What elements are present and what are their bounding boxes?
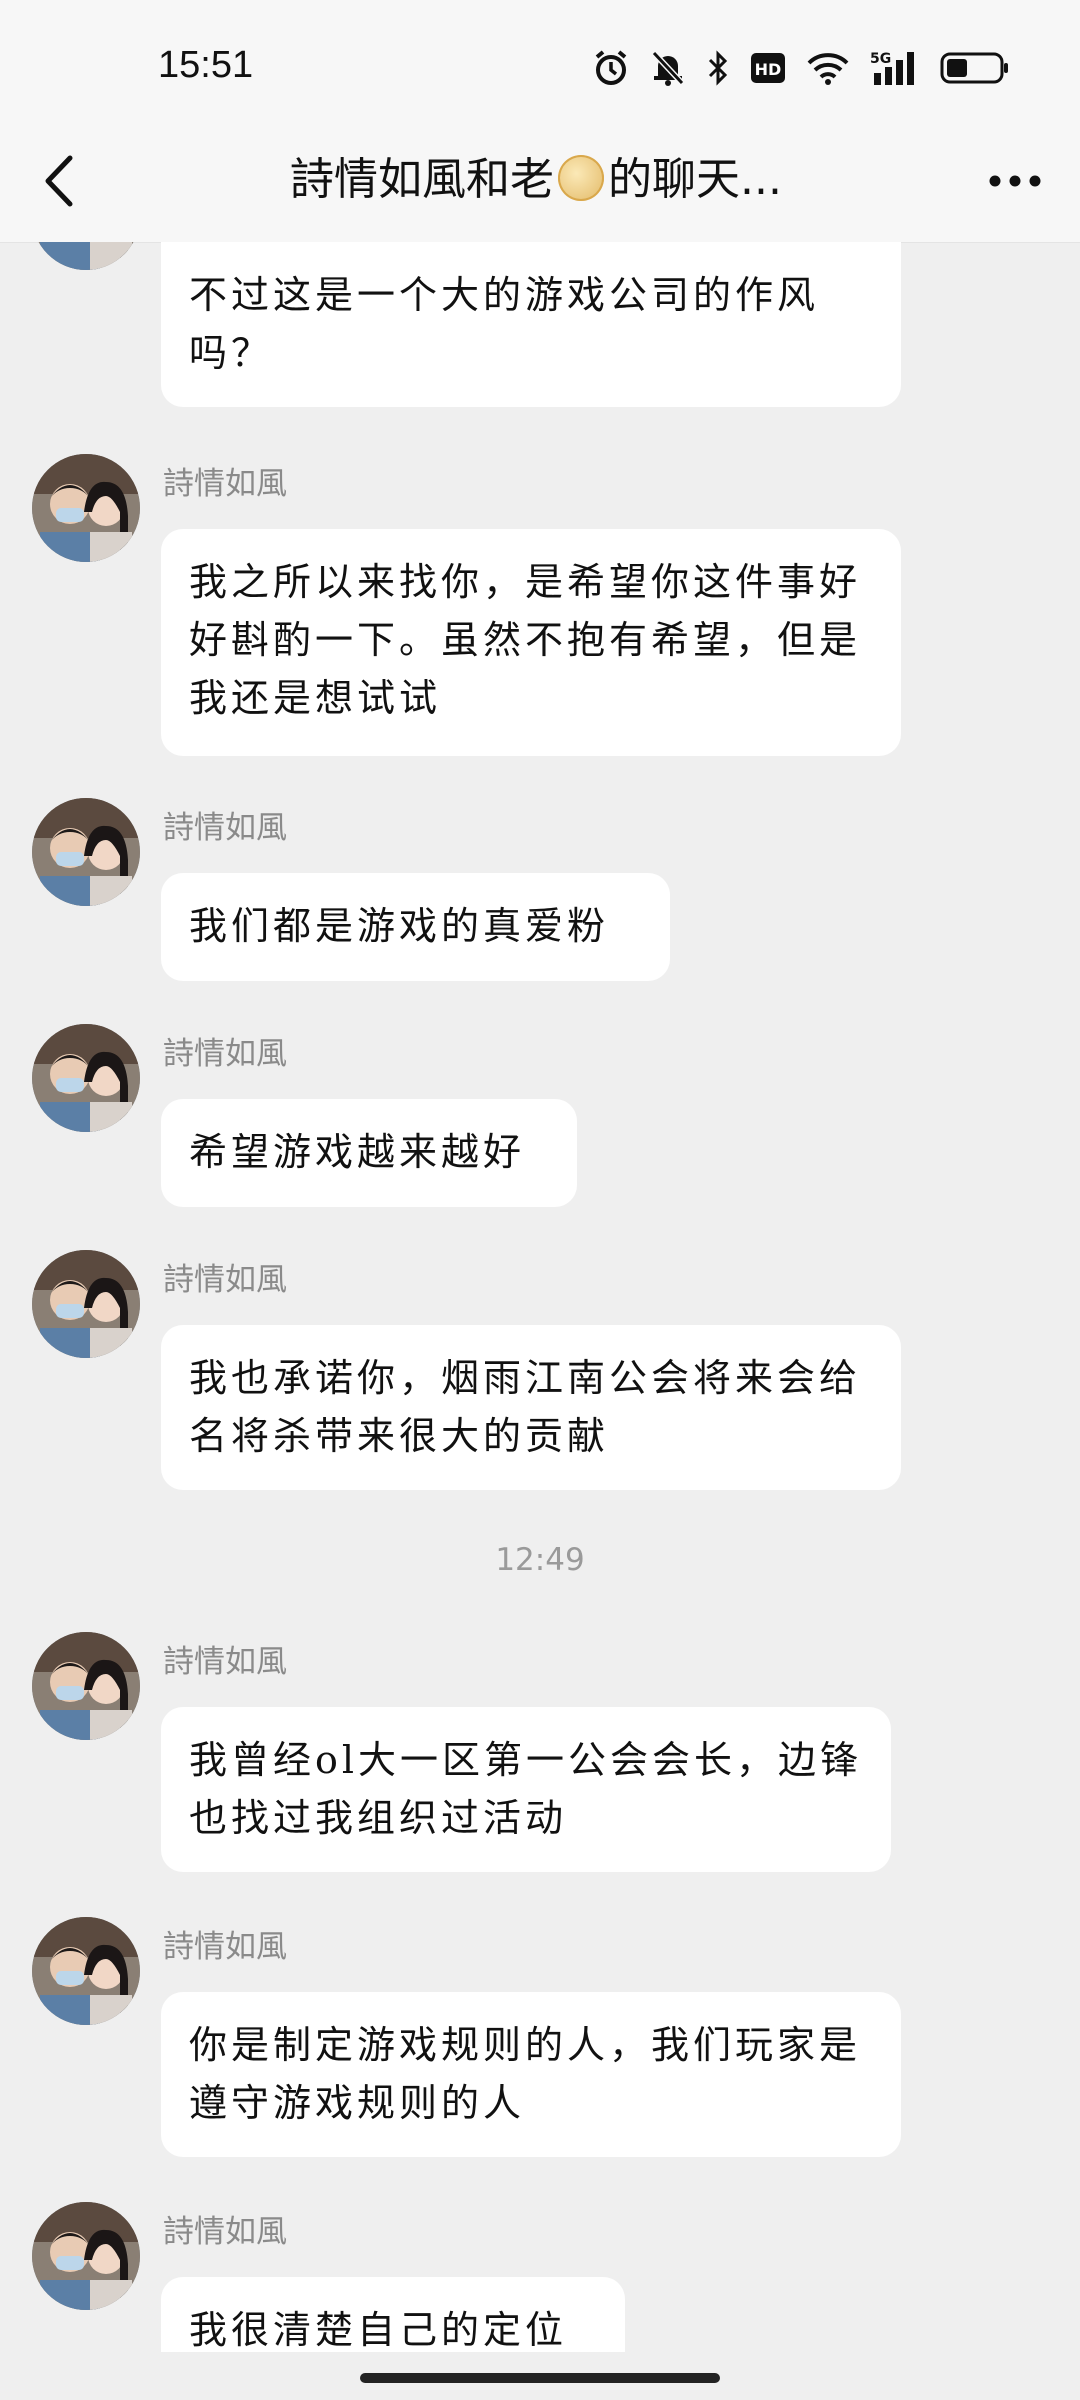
message-text: 不过这是一个大的游戏公司的作风吗？ bbox=[189, 273, 820, 375]
sender-name: 詩情如風 bbox=[163, 1644, 287, 1680]
timestamp: 12:49 bbox=[495, 1542, 585, 1578]
message-bubble[interactable]: 我很清楚自己的定位 bbox=[161, 2277, 625, 2352]
wifi-icon bbox=[807, 53, 849, 85]
more-options-button[interactable] bbox=[980, 156, 1050, 206]
message-list[interactable]: 不过这是一个大的游戏公司的作风吗？ 詩情如風 我之所以来找你，是希望你这件事好好… bbox=[0, 242, 1080, 2352]
profile-photo bbox=[32, 2202, 140, 2310]
message-bubble[interactable]: 希望游戏越来越好 bbox=[161, 1099, 577, 1207]
message-bubble[interactable]: 我们都是游戏的真爱粉 bbox=[161, 873, 670, 981]
sender-name: 詩情如風 bbox=[163, 466, 287, 502]
message-text: 希望游戏越来越好 bbox=[189, 1130, 526, 1174]
sender-name: 詩情如風 bbox=[163, 810, 287, 846]
svg-text:5G: 5G bbox=[870, 51, 891, 67]
avatar[interactable] bbox=[32, 1632, 140, 1740]
message-bubble[interactable]: 我也承诺你，烟雨江南公会将来会给名将杀带来很大的贡献 bbox=[161, 1325, 901, 1490]
profile-photo bbox=[32, 1024, 140, 1132]
alarm-icon bbox=[595, 50, 627, 85]
sender-name: 詩情如風 bbox=[163, 1036, 287, 1072]
message-bubble[interactable]: 不过这是一个大的游戏公司的作风吗？ bbox=[161, 242, 901, 407]
chat-header: 詩情如風和老 的聊天... bbox=[0, 120, 1080, 243]
avatar[interactable] bbox=[32, 454, 140, 562]
signal-5g-icon: 5G bbox=[870, 51, 914, 85]
chat-title: 詩情如風和老 的聊天... bbox=[290, 150, 810, 210]
status-icons: HD 5G bbox=[592, 46, 1010, 90]
avatar[interactable] bbox=[32, 798, 140, 906]
bluetooth-icon bbox=[708, 50, 728, 86]
avatar[interactable] bbox=[32, 1024, 140, 1132]
message-text: 我曾经ol大一区第一公会会长，边锋也找过我组织过活动 bbox=[189, 1738, 863, 1840]
profile-photo bbox=[32, 1250, 140, 1358]
sender-name: 詩情如風 bbox=[163, 1929, 287, 1965]
avatar[interactable] bbox=[32, 1250, 140, 1358]
profile-photo bbox=[32, 1632, 140, 1740]
message-text: 我很清楚自己的定位 bbox=[189, 2308, 568, 2352]
status-bar: 15:51 HD 5G bbox=[0, 0, 1080, 120]
profile-photo bbox=[32, 242, 140, 270]
avatar[interactable] bbox=[32, 2202, 140, 2310]
message-text: 你是制定游戏规则的人，我们玩家是遵守游戏规则的人 bbox=[189, 2023, 862, 2125]
message-text: 我之所以来找你，是希望你这件事好好斟酌一下。虽然不抱有希望，但是我还是想试试 bbox=[189, 560, 862, 720]
back-button[interactable] bbox=[30, 146, 100, 216]
avatar[interactable] bbox=[32, 242, 140, 270]
cookie-emoji-icon bbox=[558, 155, 604, 201]
message-text: 我们都是游戏的真爱粉 bbox=[189, 904, 610, 948]
sender-name: 詩情如風 bbox=[163, 2214, 287, 2250]
home-indicator[interactable] bbox=[360, 2373, 720, 2383]
hd-icon: HD bbox=[751, 53, 785, 83]
chat-title-name: 詩情如風和老 bbox=[290, 154, 554, 205]
svg-text:HD: HD bbox=[755, 60, 782, 79]
message-bubble[interactable]: 我曾经ol大一区第一公会会长，边锋也找过我组织过活动 bbox=[161, 1707, 891, 1872]
mute-bell-icon bbox=[651, 50, 685, 86]
profile-photo bbox=[32, 798, 140, 906]
chat-title-suffix: 的聊天... bbox=[608, 154, 782, 205]
sender-name: 詩情如風 bbox=[163, 1262, 287, 1298]
profile-photo bbox=[32, 454, 140, 562]
avatar[interactable] bbox=[32, 1917, 140, 2025]
battery-icon bbox=[940, 52, 1008, 84]
message-bubble[interactable]: 我之所以来找你，是希望你这件事好好斟酌一下。虽然不抱有希望，但是我还是想试试 bbox=[161, 529, 901, 756]
profile-photo bbox=[32, 1917, 140, 2025]
message-bubble[interactable]: 你是制定游戏规则的人，我们玩家是遵守游戏规则的人 bbox=[161, 1992, 901, 2157]
status-time: 15:51 bbox=[158, 44, 254, 86]
message-text: 我也承诺你，烟雨江南公会将来会给名将杀带来很大的贡献 bbox=[189, 1356, 862, 1458]
